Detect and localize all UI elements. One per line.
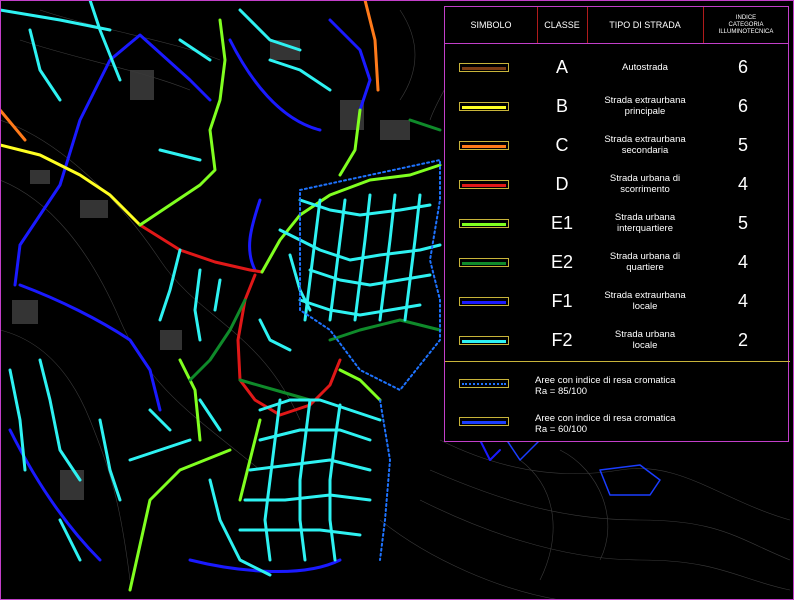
area-ra85-line1: Aree con indice di resa cromatica	[535, 375, 676, 386]
road-class: F1	[551, 291, 573, 311]
road-class: E1	[550, 213, 574, 233]
road-type-line1: Autostrada	[622, 62, 668, 73]
road-type-line1: Strada urbana di	[609, 173, 681, 184]
legend-row-c: C Strada extraurbana secondaria 5	[445, 127, 790, 163]
road-type: Strada extraurbana secondaria	[587, 134, 703, 156]
road-type: Autostrada	[587, 62, 703, 73]
legend-row-f2: F2 Strada urbana locale 2	[445, 322, 790, 358]
road-type-line2: secondaria	[621, 145, 669, 156]
road-type-line2: principale	[624, 106, 666, 117]
legend-area-ra60: Aree con indice di resa cromatica Ra = 6…	[445, 405, 790, 443]
road-type: Strada urbana interquartiere	[587, 212, 703, 234]
road-class: A	[555, 57, 568, 77]
lighting-category-index: 6	[737, 96, 748, 116]
road-type-line1: Strada extraurbana	[604, 134, 686, 145]
road-type-line1: Strada urbana	[614, 329, 676, 340]
legend-row-a: A Autostrada 6	[445, 49, 790, 85]
road-symbol	[459, 219, 509, 228]
header-indice: INDICE CATEGORIA ILLUMINOTECNICA	[703, 7, 789, 44]
lighting-category-index: 5	[737, 135, 748, 155]
road-class: C	[555, 135, 569, 155]
road-type-line1: Strada urbana	[614, 212, 676, 223]
road-class: E2	[550, 252, 574, 272]
lighting-category-index: 4	[737, 291, 748, 311]
road-symbol-line	[462, 145, 506, 148]
road-class: F2	[551, 330, 573, 350]
road-symbol-line	[462, 184, 506, 187]
road-type: Strada extraurbana locale	[587, 290, 703, 312]
lighting-category-index: 4	[737, 252, 748, 272]
header-tipo: TIPO DI STRADA	[587, 7, 704, 44]
area-ra85-text: Aree con indice di resa cromatica Ra = 8…	[535, 375, 675, 397]
legend-row-b: B Strada extraurbana principale 6	[445, 88, 790, 124]
road-symbol	[459, 258, 509, 267]
road-symbol-line	[462, 67, 506, 70]
road-symbol-line	[462, 340, 506, 343]
legend-row-e2: E2 Strada urbana di quartiere 4	[445, 244, 790, 280]
road-symbol	[459, 180, 509, 189]
road-symbol-line	[462, 301, 506, 304]
road-symbol	[459, 102, 509, 111]
road-type-line2: scorrimento	[620, 184, 670, 195]
legend-area-ra85: Aree con indice di resa cromatica Ra = 8…	[445, 367, 790, 405]
area-ra60-text: Aree con indice di resa cromatica Ra = 6…	[535, 413, 675, 435]
legend-row-e1: E1 Strada urbana interquartiere 5	[445, 205, 790, 241]
header-classe: CLASSE	[537, 7, 588, 44]
road-symbol	[459, 63, 509, 72]
road-type: Strada urbana locale	[587, 329, 703, 351]
road-symbol	[459, 297, 509, 306]
lighting-category-index: 4	[737, 174, 748, 194]
road-type-line2: locale	[632, 301, 658, 312]
area-ra85-line2: Ra = 85/100	[535, 386, 588, 397]
road-symbol	[459, 336, 509, 345]
road-type-line2: locale	[632, 340, 658, 351]
road-class: B	[555, 96, 568, 116]
map-legend: SIMBOLO CLASSE TIPO DI STRADA INDICE CAT…	[444, 6, 790, 443]
road-type-line1: Strada extraurbana	[604, 290, 686, 301]
road-symbol-line	[462, 262, 506, 265]
road-type-line2: interquartiere	[617, 223, 673, 234]
legend-divider	[445, 361, 790, 362]
road-type: Strada urbana di scorrimento	[587, 173, 703, 195]
road-type-line2: quartiere	[626, 262, 664, 273]
header-indice-line3: ILLUMINOTECNICA	[718, 28, 774, 35]
road-symbol-line	[462, 223, 506, 226]
road-class: D	[555, 174, 569, 194]
road-type: Strada urbana di quartiere	[587, 251, 703, 273]
road-type: Strada extraurbana principale	[587, 95, 703, 117]
area-ra60-line1: Aree con indice di resa cromatica	[535, 413, 676, 424]
lighting-category-index: 6	[737, 57, 748, 77]
lighting-category-index: 2	[737, 330, 748, 350]
header-indice-line1: INDICE	[735, 14, 757, 21]
legend-row-d: D Strada urbana di scorrimento 4	[445, 166, 790, 202]
road-symbol	[459, 141, 509, 150]
area-ra60-line2: Ra = 60/100	[535, 424, 588, 435]
area-ra60-symbol	[459, 417, 509, 426]
lighting-category-index: 5	[737, 213, 748, 233]
area-ra85-symbol	[459, 379, 509, 388]
legend-row-f1: F1 Strada extraurbana locale 4	[445, 283, 790, 319]
road-symbol-line	[462, 106, 506, 109]
road-type-line1: Strada urbana di	[609, 251, 681, 262]
header-indice-line2: CATEGORIA	[728, 21, 764, 28]
header-simbolo: SIMBOLO	[445, 7, 538, 44]
road-type-line1: Strada extraurbana	[604, 95, 686, 106]
